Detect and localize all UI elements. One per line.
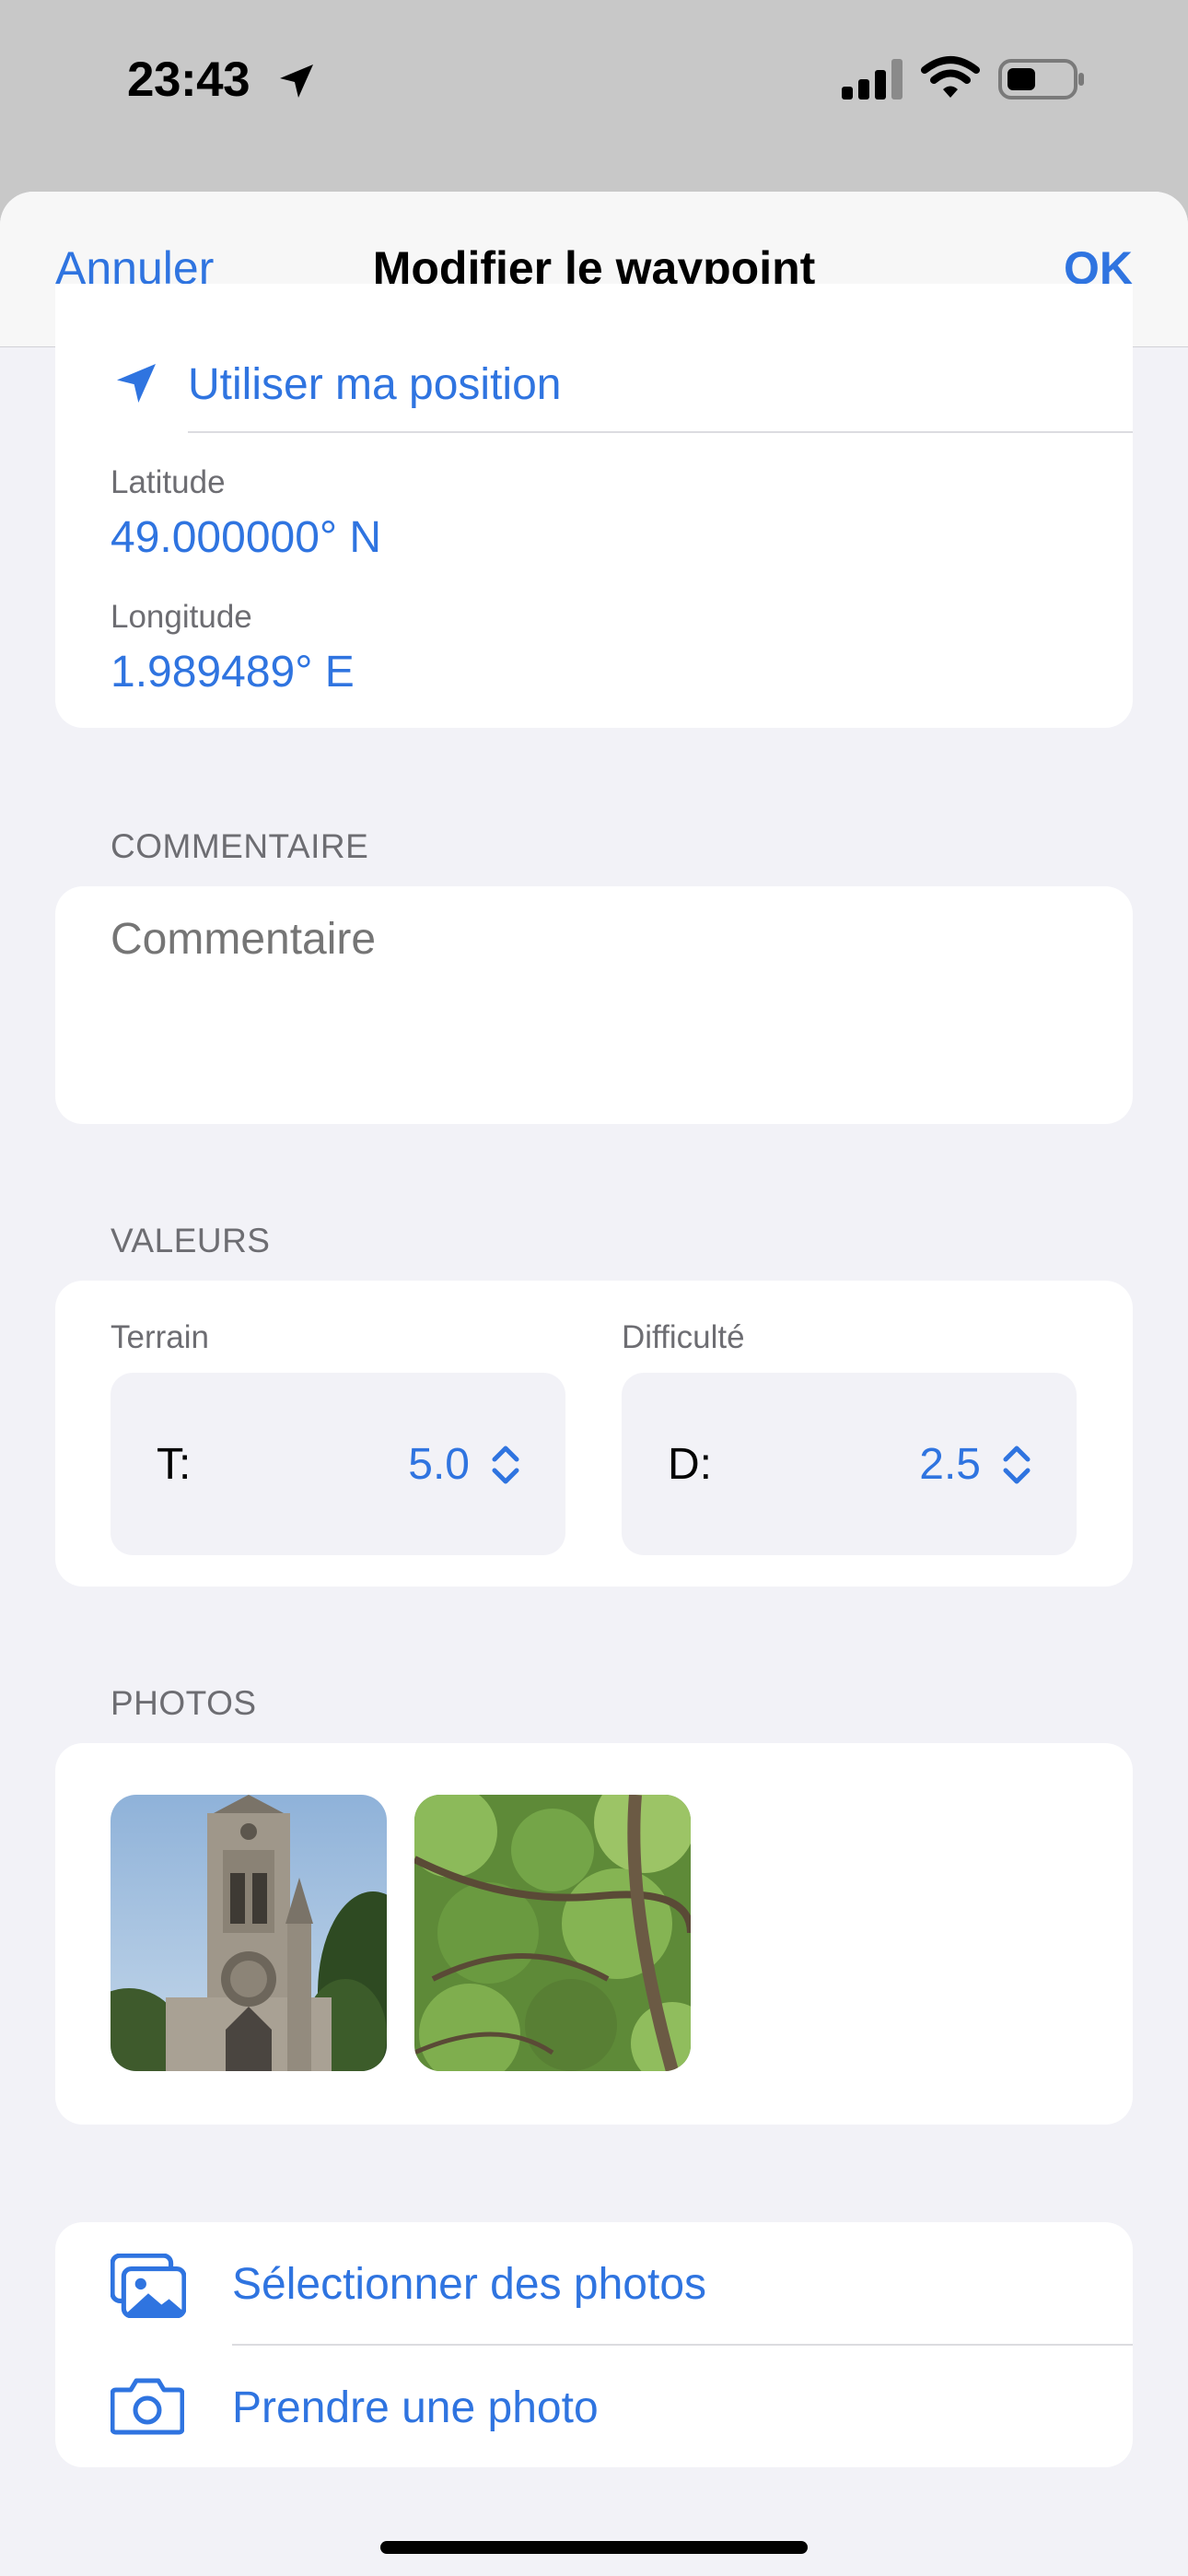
- use-location-button[interactable]: Utiliser ma position: [188, 359, 561, 410]
- comment-card: [55, 886, 1133, 1124]
- terrain-label: Terrain: [111, 1319, 209, 1355]
- tree-branches-image: [414, 1795, 691, 2071]
- home-indicator[interactable]: [380, 2541, 808, 2554]
- longitude-label: Longitude: [111, 599, 252, 635]
- values-section-header: VALEURS: [111, 1222, 271, 1259]
- cellular-signal-icon: [842, 59, 903, 100]
- values-card: Terrain Difficulté T: 5.0 D: 2.5: [55, 1281, 1133, 1587]
- take-photo-row[interactable]: Prendre une photo: [55, 2346, 1133, 2467]
- latitude-value[interactable]: 49.000000° N: [111, 512, 381, 563]
- edit-waypoint-sheet: Modifier le waypoint Annuler OK Utiliser…: [0, 192, 1188, 2576]
- location-arrow-icon: [280, 64, 313, 98]
- photo-gallery-icon: [111, 2254, 186, 2318]
- photo-thumbnail-church[interactable]: [111, 1795, 387, 2071]
- status-time: 23:43: [127, 53, 250, 107]
- comment-field[interactable]: [111, 914, 1077, 1098]
- difficulty-label: Difficulté: [622, 1319, 745, 1355]
- wifi-icon: [921, 56, 980, 98]
- difficulty-prefix: D:: [668, 1440, 712, 1489]
- longitude-value[interactable]: 1.989489° E: [111, 647, 355, 697]
- terrain-value: 5.0: [408, 1440, 470, 1489]
- select-photos-row[interactable]: Sélectionner des photos: [55, 2222, 1133, 2344]
- photos-card: [55, 1743, 1133, 2125]
- comment-section-header: COMMENTAIRE: [111, 827, 369, 865]
- church-tower-image: [111, 1795, 387, 2071]
- photos-section-header: PHOTOS: [111, 1684, 257, 1722]
- location-arrow-icon: [117, 364, 156, 403]
- battery-icon: [998, 59, 1084, 100]
- chevron-up-down-icon: [1003, 1446, 1031, 1484]
- photo-actions-card: Sélectionner des photos Prendre une phot…: [55, 2222, 1133, 2467]
- select-photos-button[interactable]: Sélectionner des photos: [232, 2259, 706, 2310]
- terrain-picker[interactable]: T: 5.0: [111, 1373, 565, 1555]
- terrain-prefix: T:: [157, 1440, 192, 1489]
- take-photo-button[interactable]: Prendre une photo: [232, 2383, 599, 2433]
- camera-icon: [111, 2378, 184, 2435]
- difficulty-value: 2.5: [919, 1440, 981, 1489]
- chevron-up-down-icon: [492, 1446, 519, 1484]
- photo-thumbnail-tree[interactable]: [414, 1795, 691, 2071]
- divider: [188, 431, 1133, 433]
- position-card: Utiliser ma position Latitude 49.000000°…: [55, 284, 1133, 728]
- latitude-label: Latitude: [111, 464, 226, 500]
- difficulty-picker[interactable]: D: 2.5: [622, 1373, 1077, 1555]
